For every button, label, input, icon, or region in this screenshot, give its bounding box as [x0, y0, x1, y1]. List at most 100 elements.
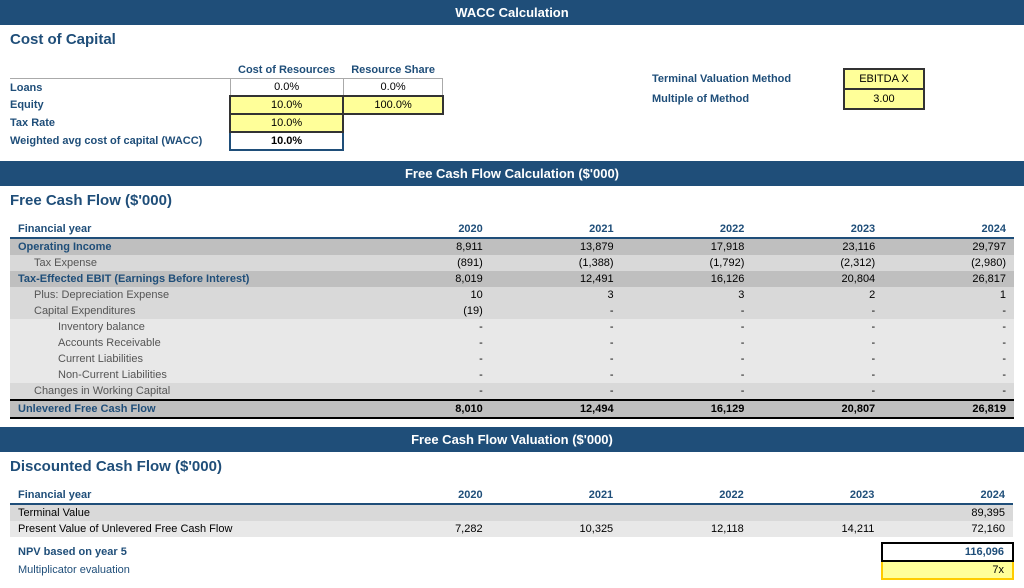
year-2020-header: 2020 [360, 221, 491, 238]
pv-2024: 72,160 [882, 521, 1013, 537]
dcf-content: Financial year 2020 2021 2022 2023 2024 … [0, 479, 1024, 588]
cl-2023: - [752, 351, 883, 367]
multiple-method-value[interactable]: 3.00 [844, 89, 924, 109]
terminal-value-label: Terminal Value [10, 504, 360, 521]
cwc-2024: - [883, 383, 1014, 400]
cwc-2023: - [752, 383, 883, 400]
npv-value: 116,096 [882, 543, 1013, 561]
ebit-2024: 26,817 [883, 271, 1014, 287]
ar-2021: - [491, 335, 622, 351]
tax-expense-label: Tax Expense [10, 255, 360, 271]
dcf-title: Discounted Cash Flow ($'000) [0, 452, 1024, 479]
cost-of-capital-section: Cost of Capital Cost of Resources Resour… [0, 25, 1024, 161]
year-2023-header: 2023 [752, 221, 883, 238]
pv-2021: 10,325 [491, 521, 622, 537]
non-current-label: Non-Current Liabilities [10, 367, 360, 383]
cl-2020: - [360, 351, 491, 367]
dep-2023: 2 [752, 287, 883, 303]
te-2023: (2,312) [752, 255, 883, 271]
fcf-content: Financial year 2020 2021 2022 2023 2024 … [0, 213, 1024, 427]
wacc-value[interactable]: 10.0% [230, 132, 343, 150]
ufcf-2022: 16,129 [622, 400, 753, 418]
wacc-right: Terminal Valuation Method EBITDA X Multi… [644, 68, 925, 110]
oi-2023: 23,116 [752, 238, 883, 255]
loans-cost[interactable]: 0.0% [230, 79, 343, 97]
dcf-year-2022: 2022 [621, 487, 752, 504]
depreciation-row: Plus: Depreciation Expense 10 3 3 2 1 [10, 287, 1014, 303]
dep-2024: 1 [883, 287, 1014, 303]
cl-2022: - [622, 351, 753, 367]
pv-ufcf-row: Present Value of Unlevered Free Cash Flo… [10, 521, 1013, 537]
wacc-table: Cost of Resources Resource Share Loans 0… [10, 62, 444, 151]
year-2022-header: 2022 [622, 221, 753, 238]
npv-empty-4 [752, 543, 883, 561]
ncl-2022: - [622, 367, 753, 383]
ar-2022: - [622, 335, 753, 351]
fcf-title: Free Cash Flow ($'000) [0, 186, 1024, 213]
tv-2024: 89,395 [882, 504, 1013, 521]
equity-share[interactable]: 100.0% [343, 96, 443, 114]
ufcf-row: Unlevered Free Cash Flow 8,010 12,494 16… [10, 400, 1014, 418]
pv-2022: 12,118 [621, 521, 752, 537]
dep-2020: 10 [360, 287, 491, 303]
capex-2021: - [491, 303, 622, 319]
current-liabilities-label: Current Liabilities [10, 351, 360, 367]
inv-2022: - [622, 319, 753, 335]
terminal-valuation-table: Terminal Valuation Method EBITDA X Multi… [644, 68, 925, 110]
te-2020: (891) [360, 255, 491, 271]
equity-cost[interactable]: 10.0% [230, 96, 343, 114]
mult-empty-2 [491, 561, 622, 579]
ebit-2022: 16,126 [622, 271, 753, 287]
tax-rate-row: Tax Rate 10.0% [10, 114, 443, 132]
inventory-row: Inventory balance - - - - - [10, 319, 1014, 335]
tax-rate-value[interactable]: 10.0% [230, 114, 343, 132]
col-cost-resources: Cost of Resources [230, 62, 343, 79]
changes-wc-label: Changes in Working Capital [10, 383, 360, 400]
te-2021: (1,388) [491, 255, 622, 271]
terminal-valuation-value[interactable]: EBITDA X [844, 69, 924, 89]
capex-row: Capital Expenditures (19) - - - - [10, 303, 1014, 319]
wacc-header: WACC Calculation [0, 0, 1024, 25]
pv-2023: 14,211 [752, 521, 883, 537]
inventory-label: Inventory balance [10, 319, 360, 335]
inv-2023: - [752, 319, 883, 335]
dcf-header-row: Financial year 2020 2021 2022 2023 2024 [10, 487, 1013, 504]
loans-row: Loans 0.0% 0.0% [10, 79, 443, 97]
oi-2020: 8,911 [360, 238, 491, 255]
wacc-row: Weighted avg cost of capital (WACC) 10.0… [10, 132, 443, 150]
dcf-year-2021: 2021 [491, 487, 622, 504]
tv-2022 [621, 504, 752, 521]
cl-2024: - [883, 351, 1014, 367]
terminal-valuation-label: Terminal Valuation Method [644, 69, 844, 89]
loans-share[interactable]: 0.0% [343, 79, 443, 97]
inv-2024: - [883, 319, 1014, 335]
equity-row: Equity 10.0% 100.0% [10, 96, 443, 114]
dcf-label-col: Financial year [10, 487, 360, 504]
ufcf-2023: 20,807 [752, 400, 883, 418]
fcf-section: Free Cash Flow ($'000) Financial year 20… [0, 186, 1024, 427]
ar-2023: - [752, 335, 883, 351]
fcf-header-row: Financial year 2020 2021 2022 2023 2024 [10, 221, 1014, 238]
terminal-valuation-row: Terminal Valuation Method EBITDA X [644, 69, 924, 89]
operating-income-label: Operating Income [10, 238, 360, 255]
dep-2021: 3 [491, 287, 622, 303]
year-2021-header: 2021 [491, 221, 622, 238]
capex-2023: - [752, 303, 883, 319]
year-2024-header: 2024 [883, 221, 1014, 238]
wacc-left: Cost of Resources Resource Share Loans 0… [10, 58, 444, 151]
dcf-section: Discounted Cash Flow ($'000) Financial y… [0, 452, 1024, 588]
tax-expense-row: Tax Expense (891) (1,388) (1,792) (2,312… [10, 255, 1014, 271]
te-2024: (2,980) [883, 255, 1014, 271]
pv-ufcf-label: Present Value of Unlevered Free Cash Flo… [10, 521, 360, 537]
fcf-header: Free Cash Flow Calculation ($'000) [0, 161, 1024, 186]
multiplicator-value[interactable]: 7x [882, 561, 1013, 579]
dcf-year-2020: 2020 [360, 487, 491, 504]
te-2022: (1,792) [622, 255, 753, 271]
accounts-receivable-label: Accounts Receivable [10, 335, 360, 351]
multiple-method-row: Multiple of Method 3.00 [644, 89, 924, 109]
tv-2023 [752, 504, 883, 521]
wacc-grid: Cost of Resources Resource Share Loans 0… [10, 58, 1014, 151]
capex-2024: - [883, 303, 1014, 319]
capex-2022: - [622, 303, 753, 319]
cost-of-capital-title: Cost of Capital [0, 25, 1024, 52]
